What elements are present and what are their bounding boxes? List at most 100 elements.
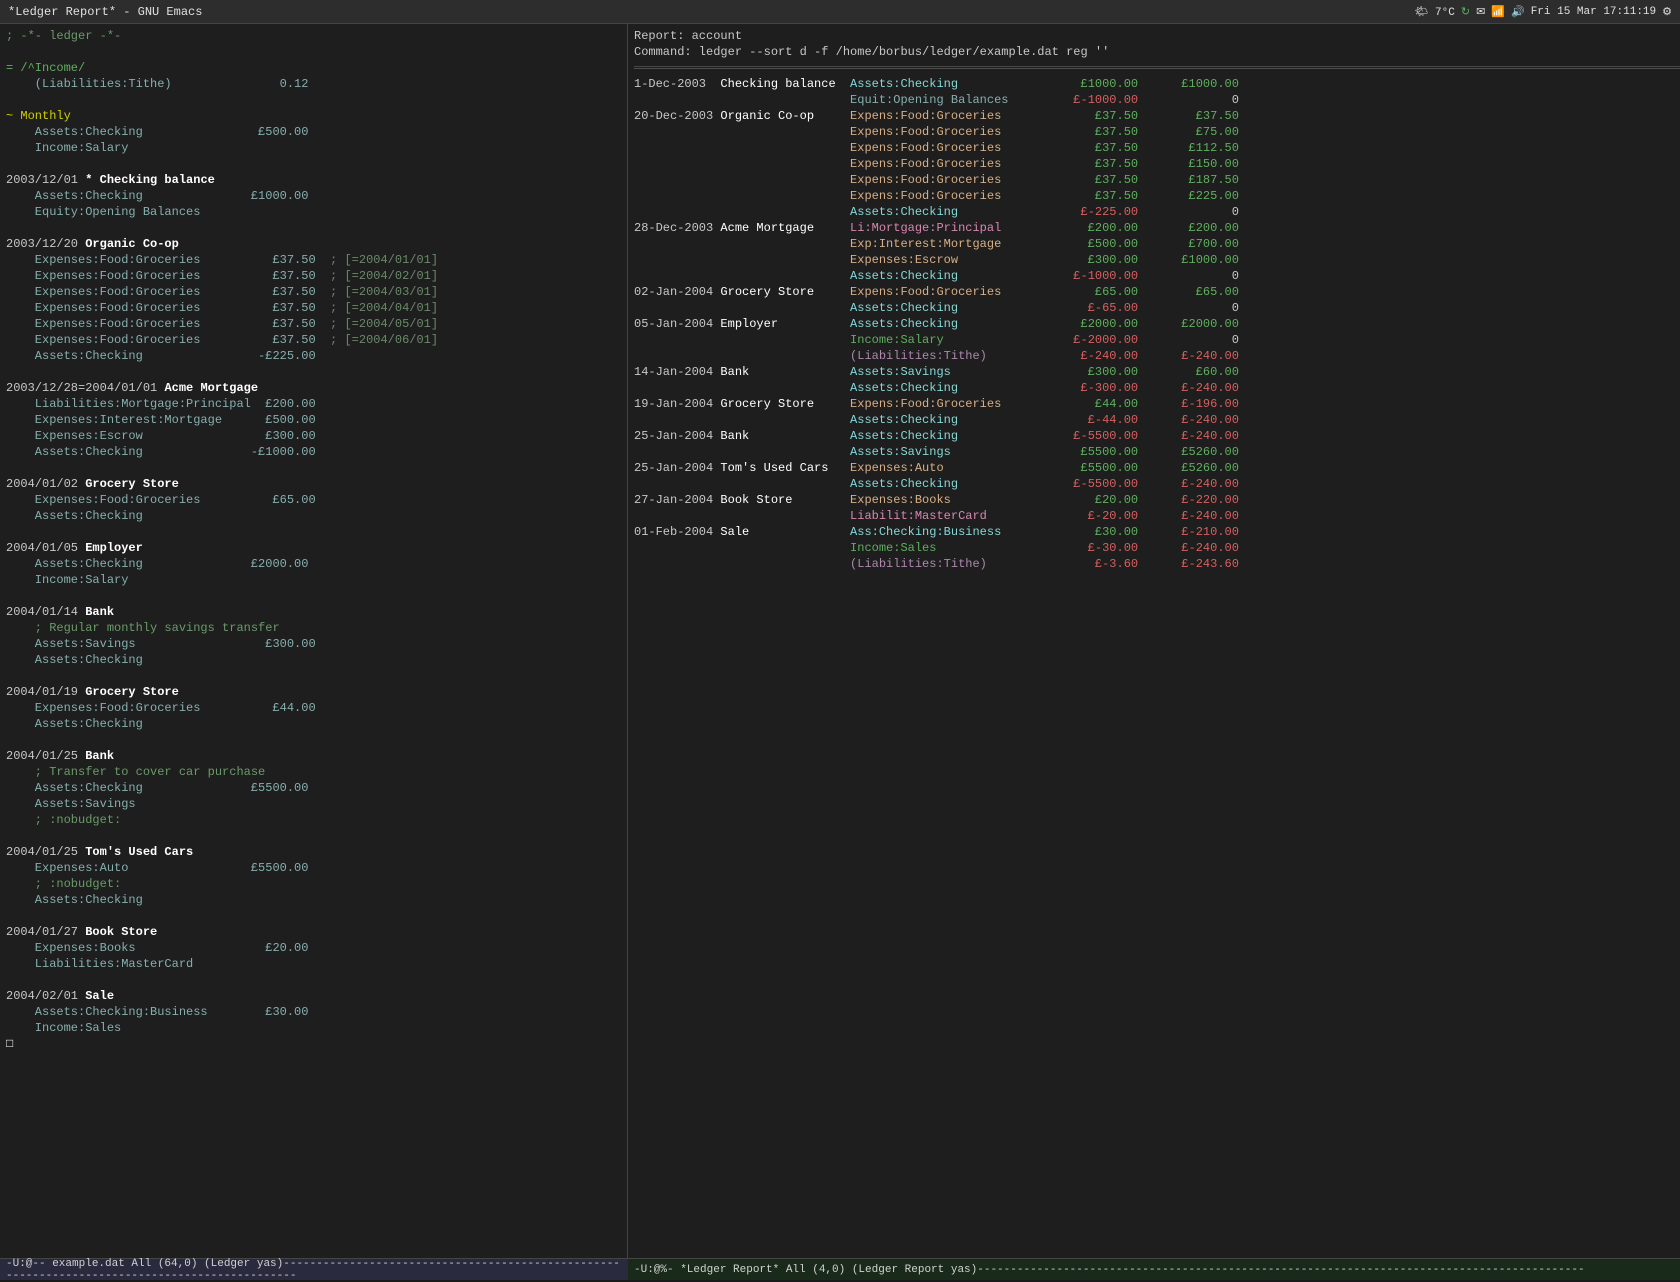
left-line: Expenses:Food:Groceries £37.50 ; [=2004/… [6, 268, 621, 284]
status-left-text: -U:@-- example.dat All (64,0) (Ledger ya… [6, 1258, 622, 1282]
left-line: Expenses:Food:Groceries £37.50 ; [=2004/… [6, 252, 621, 268]
main-area: ; -*- ledger -*- = /^Income/ (Liabilitie… [0, 24, 1680, 1258]
left-line: 2004/01/14 Bank [6, 604, 621, 620]
status-bar: -U:@-- example.dat All (64,0) (Ledger ya… [0, 1258, 1680, 1280]
report-row: Assets:Checking £-225.00 0 [634, 204, 1674, 220]
status-right: -U:@%- *Ledger Report* All (4,0) (Ledger… [628, 1259, 1680, 1280]
left-line: Assets:Checking -£225.00 [6, 348, 621, 364]
report-header-1: Report: account [634, 28, 1674, 44]
report-row: 20-Dec-2003 Organic Co-op Expens:Food:Gr… [634, 108, 1674, 124]
report-row: Income:Sales £-30.00 £-240.00 [634, 540, 1674, 556]
left-line: Assets:Savings £300.00 [6, 636, 621, 652]
report-row: Expens:Food:Groceries £37.50 £187.50 [634, 172, 1674, 188]
left-line [6, 972, 621, 988]
report-row: (Liabilities:Tithe) £-240.00 £-240.00 [634, 348, 1674, 364]
report-row: Expens:Food:Groceries £37.50 £75.00 [634, 124, 1674, 140]
left-line: Expenses:Food:Groceries £65.00 [6, 492, 621, 508]
left-line: ; Transfer to cover car purchase [6, 764, 621, 780]
report-row: 05-Jan-2004 Employer Assets:Checking £20… [634, 316, 1674, 332]
left-content: ; -*- ledger -*- = /^Income/ (Liabilitie… [6, 28, 621, 1052]
left-pane[interactable]: ; -*- ledger -*- = /^Income/ (Liabilitie… [0, 24, 628, 1258]
settings-icon: ⚙ [1662, 5, 1672, 19]
report-row: Exp:Interest:Mortgage £500.00 £700.00 [634, 236, 1674, 252]
left-line [6, 588, 621, 604]
left-line: Assets:Checking:Business £30.00 [6, 1004, 621, 1020]
weather-widget: 🌤 7°C [1414, 5, 1454, 19]
left-line [6, 524, 621, 540]
left-line: 2004/01/25 Tom's Used Cars [6, 844, 621, 860]
left-line: 2004/01/19 Grocery Store [6, 684, 621, 700]
left-line: ~ Monthly [6, 108, 621, 124]
left-line: Equity:Opening Balances [6, 204, 621, 220]
left-line: Income:Sales [6, 1020, 621, 1036]
title-bar-left: *Ledger Report* - GNU Emacs [8, 5, 202, 19]
left-line: Assets:Checking £1000.00 [6, 188, 621, 204]
left-line: Assets:Checking [6, 508, 621, 524]
left-line: Expenses:Books £20.00 [6, 940, 621, 956]
report-row: Assets:Savings £5500.00 £5260.00 [634, 444, 1674, 460]
left-line: Expenses:Interest:Mortgage £500.00 [6, 412, 621, 428]
report-row: Equit:Opening Balances £-1000.00 0 [634, 92, 1674, 108]
left-line: Income:Salary [6, 572, 621, 588]
report-row: (Liabilities:Tithe) £-3.60 £-243.60 [634, 556, 1674, 572]
report-row: Assets:Checking £-5500.00 £-240.00 [634, 476, 1674, 492]
status-right-text: -U:@%- *Ledger Report* All (4,0) (Ledger… [634, 1264, 1585, 1276]
left-line: = /^Income/ [6, 60, 621, 76]
report-row: Assets:Checking £-65.00 0 [634, 300, 1674, 316]
left-line: □ [6, 1036, 621, 1052]
report-row: Expenses:Escrow £300.00 £1000.00 [634, 252, 1674, 268]
left-line: Expenses:Food:Groceries £37.50 ; [=2004/… [6, 332, 621, 348]
report-row: Assets:Checking £-44.00 £-240.00 [634, 412, 1674, 428]
app-title: *Ledger Report* - GNU Emacs [8, 5, 202, 19]
left-line [6, 44, 621, 60]
left-line [6, 220, 621, 236]
status-left: -U:@-- example.dat All (64,0) (Ledger ya… [0, 1259, 628, 1280]
email-icon: ✉ [1476, 5, 1485, 19]
left-line [6, 92, 621, 108]
left-line: Assets:Checking [6, 892, 621, 908]
title-bar-right: 🌤 7°C ↻ ✉ 📶 🔊 Fri 15 Mar 17:11:19 ⚙ [1414, 5, 1672, 19]
left-line: Assets:Checking £500.00 [6, 124, 621, 140]
reload-icon: ↻ [1461, 5, 1470, 19]
left-line [6, 156, 621, 172]
network-icon: 📶 [1491, 5, 1505, 19]
report-row: 19-Jan-2004 Grocery Store Expens:Food:Gr… [634, 396, 1674, 412]
left-line: Expenses:Food:Groceries £44.00 [6, 700, 621, 716]
left-line: 2003/12/28=2004/01/01 Acme Mortgage [6, 380, 621, 396]
left-line: Assets:Checking [6, 716, 621, 732]
report-row: 01-Feb-2004 Sale Ass:Checking:Business £… [634, 524, 1674, 540]
right-pane[interactable]: Report: accountCommand: ledger --sort d … [628, 24, 1680, 1258]
report-row: Assets:Checking £-300.00 £-240.00 [634, 380, 1674, 396]
left-line [6, 460, 621, 476]
left-line: Assets:Checking [6, 652, 621, 668]
left-line [6, 828, 621, 844]
left-line: Expenses:Auto £5500.00 [6, 860, 621, 876]
report-row: 27-Jan-2004 Book Store Expenses:Books £2… [634, 492, 1674, 508]
report-separator: ════════════════════════════════════════… [634, 60, 1674, 76]
report-row: 25-Jan-2004 Bank Assets:Checking £-5500.… [634, 428, 1674, 444]
datetime-display: Fri 15 Mar 17:11:19 [1531, 6, 1656, 18]
report-row: Liabilit:MasterCard £-20.00 £-240.00 [634, 508, 1674, 524]
left-line: Assets:Checking -£1000.00 [6, 444, 621, 460]
left-line: ; Regular monthly savings transfer [6, 620, 621, 636]
report-row: 14-Jan-2004 Bank Assets:Savings £300.00 … [634, 364, 1674, 380]
report-row: 1-Dec-2003 Checking balance Assets:Check… [634, 76, 1674, 92]
report-row: Assets:Checking £-1000.00 0 [634, 268, 1674, 284]
left-line [6, 732, 621, 748]
report-header-2: Command: ledger --sort d -f /home/borbus… [634, 44, 1674, 60]
left-line: 2004/01/25 Bank [6, 748, 621, 764]
left-line: 2004/02/01 Sale [6, 988, 621, 1004]
left-line [6, 364, 621, 380]
left-line: Expenses:Food:Groceries £37.50 ; [=2004/… [6, 284, 621, 300]
title-bar: *Ledger Report* - GNU Emacs 🌤 7°C ↻ ✉ 📶 … [0, 0, 1680, 24]
left-line: ; :nobudget: [6, 876, 621, 892]
report-row: 02-Jan-2004 Grocery Store Expens:Food:Gr… [634, 284, 1674, 300]
left-line: 2004/01/05 Employer [6, 540, 621, 556]
report-row: Expens:Food:Groceries £37.50 £112.50 [634, 140, 1674, 156]
sound-icon: 🔊 [1511, 5, 1525, 19]
left-line [6, 668, 621, 684]
left-line: Assets:Savings [6, 796, 621, 812]
report-row: Income:Salary £-2000.00 0 [634, 332, 1674, 348]
left-line: Income:Salary [6, 140, 621, 156]
report-row: Expens:Food:Groceries £37.50 £225.00 [634, 188, 1674, 204]
